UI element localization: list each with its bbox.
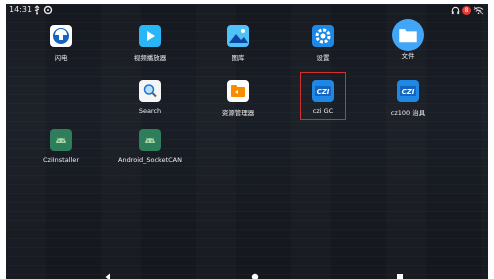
app-label: 设置	[316, 54, 330, 62]
recents-button[interactable]	[395, 267, 405, 279]
gallery-icon	[227, 25, 249, 47]
app-label: CziInstaller	[43, 156, 79, 164]
settings-app-icon	[312, 25, 334, 47]
file-manager-icon	[227, 80, 249, 102]
usb-icon	[32, 5, 42, 15]
app-label: 文件	[401, 52, 415, 60]
app-cz100[interactable]: CZI cz100 治具	[373, 80, 443, 117]
app-label: 图库	[231, 54, 245, 62]
status-time: 14:31	[9, 5, 33, 14]
app-android-socketcan[interactable]: Android_SocketCAN	[115, 129, 185, 164]
app-gallery[interactable]: 图库	[203, 25, 273, 62]
android-socketcan-icon	[139, 129, 161, 151]
app-label: 视频播放器	[133, 54, 167, 62]
app-label: cz100 治具	[390, 109, 426, 117]
selection-highlight	[300, 72, 346, 120]
wifi-off-icon	[473, 6, 484, 15]
app-label: 资源管理器	[221, 109, 255, 117]
czi-logo-text: CZI	[402, 88, 415, 96]
search-icon	[139, 80, 161, 102]
status-right-icons: 8	[451, 4, 484, 16]
app-search[interactable]: Search	[115, 80, 185, 115]
home-button[interactable]	[250, 267, 260, 279]
app-file-manager[interactable]: 资源管理器	[203, 80, 273, 117]
notification-badge: 8	[462, 5, 471, 15]
app-video-player[interactable]: 视频播放器	[115, 25, 185, 62]
status-bar: 14:31 8	[6, 4, 488, 16]
app-files[interactable]: 文件	[373, 19, 443, 60]
android-home-screen: 14:31 8 闪电 视频播放器 图库 设置 文件 Search 资源管理器 C…	[6, 4, 488, 279]
app-settings[interactable]: 设置	[288, 25, 358, 62]
app-lightning[interactable]: 闪电	[26, 25, 96, 62]
video-player-icon	[139, 25, 161, 47]
app-label: Android_SocketCAN	[118, 156, 182, 164]
settings-icon	[43, 5, 53, 15]
navigation-bar	[6, 263, 488, 279]
app-label: Search	[138, 107, 162, 115]
lightning-app-icon	[50, 25, 72, 47]
app-czi-installer[interactable]: CziInstaller	[26, 129, 96, 164]
files-icon	[392, 19, 424, 51]
android-installer-icon	[50, 129, 72, 151]
cz100-icon: CZI	[397, 80, 419, 102]
headset-icon	[451, 6, 460, 15]
app-label: 闪电	[54, 54, 68, 62]
back-button[interactable]	[103, 267, 113, 279]
